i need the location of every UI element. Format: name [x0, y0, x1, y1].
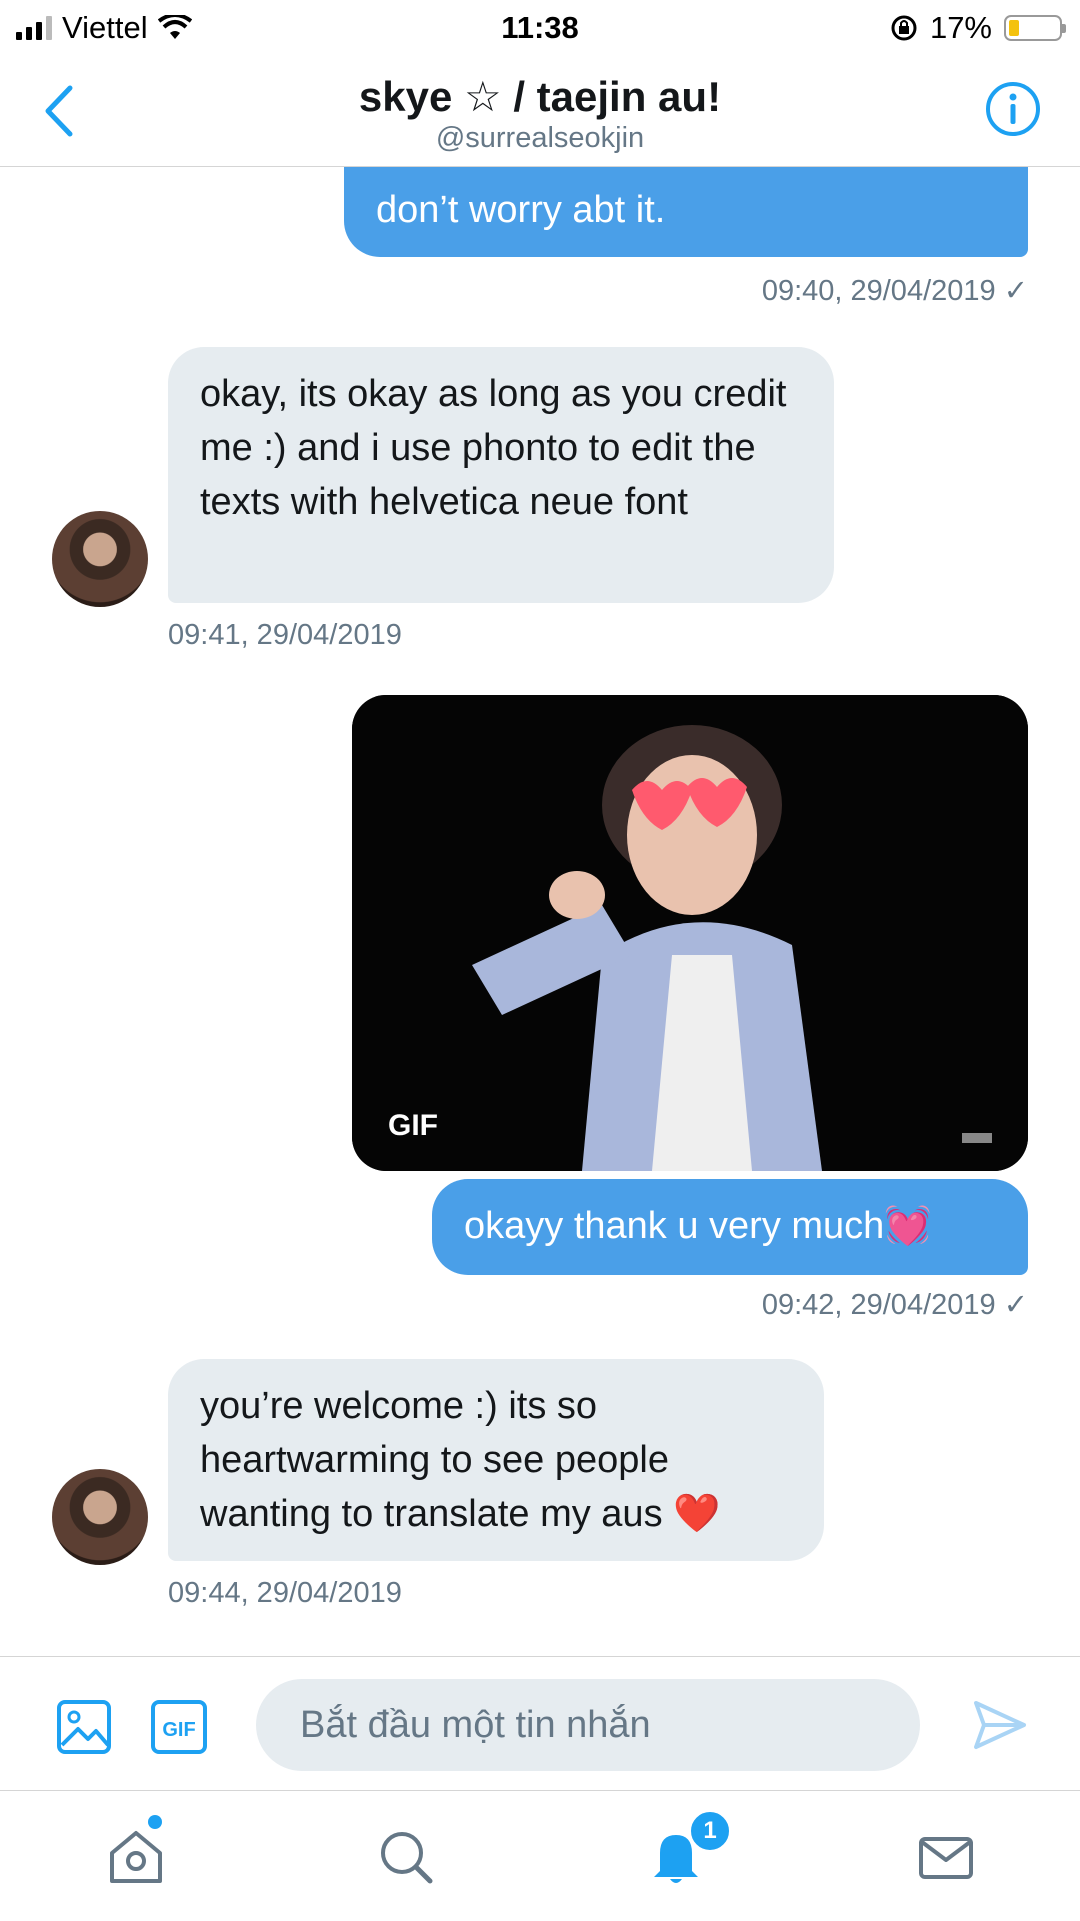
- message-bubble-outgoing[interactable]: don’t worry abt it.: [344, 167, 1028, 257]
- message-bubble-incoming[interactable]: okay, its okay as long as you credit me …: [168, 347, 834, 603]
- messages-envelope-icon[interactable]: [916, 1827, 976, 1887]
- message-text: don’t worry abt it.: [376, 189, 666, 231]
- gif-message[interactable]: GIF: [352, 695, 1028, 1171]
- battery-icon: [1004, 15, 1066, 41]
- gif-badge: GIF: [388, 1109, 438, 1142]
- message-text: okay, its okay as long as you credit me …: [200, 373, 787, 523]
- message-timestamp: 09:41, 29/04/2019: [168, 619, 402, 651]
- tab-bar: 1: [0, 1790, 1080, 1921]
- gif-icon[interactable]: GIF: [150, 1699, 208, 1755]
- home-unread-dot: [148, 1815, 162, 1829]
- avatar[interactable]: [52, 1469, 148, 1565]
- message-bubble-outgoing[interactable]: okayy thank u very much💓: [432, 1179, 1028, 1275]
- gif-watermark: [962, 1133, 992, 1143]
- search-icon[interactable]: [376, 1827, 436, 1887]
- battery-percent: 17%: [929, 10, 992, 45]
- message-timestamp: 09:40, 29/04/2019 ✓: [761, 275, 1028, 307]
- message-text: okayy thank u very much💓: [464, 1205, 932, 1247]
- rotation-lock-icon: [891, 15, 917, 41]
- message-bubble-incoming[interactable]: you’re welcome :) its so heartwarming to…: [168, 1359, 824, 1561]
- avatar[interactable]: [52, 511, 148, 607]
- info-icon[interactable]: [984, 80, 1042, 138]
- conversation-header: skye ☆ / taejin au! @surrealseokjin: [0, 54, 1080, 167]
- message-text: you’re welcome :) its so heartwarming to…: [200, 1385, 721, 1535]
- message-timestamp: 09:42, 29/04/2019 ✓: [761, 1289, 1028, 1321]
- home-icon[interactable]: [106, 1827, 166, 1887]
- notifications-badge: 1: [688, 1809, 732, 1853]
- status-bar: Viettel 11:38 17%: [0, 0, 1080, 54]
- send-icon[interactable]: [972, 1697, 1028, 1753]
- gif-image: [352, 695, 1028, 1171]
- message-list[interactable]: don’t worry abt it. 09:40, 29/04/2019 ✓ …: [0, 167, 1080, 1655]
- battery-area: 17%: [890, 10, 1066, 46]
- image-icon[interactable]: [56, 1699, 112, 1755]
- message-timestamp: 09:44, 29/04/2019: [168, 1577, 402, 1609]
- svg-text:GIF: GIF: [162, 1719, 195, 1741]
- conversation-handle: @surrealseokjin: [435, 122, 645, 154]
- conversation-title[interactable]: skye ☆ / taejin au!: [0, 72, 1080, 121]
- message-input[interactable]: Bắt đầu một tin nhắn: [256, 1679, 920, 1771]
- message-composer: GIF Bắt đầu một tin nhắn: [0, 1656, 1080, 1791]
